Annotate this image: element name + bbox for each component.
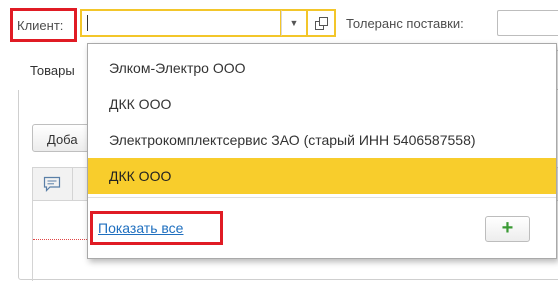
dropdown-divider [88, 197, 556, 198]
tolerance-label: Толеранс поставки: [346, 16, 464, 31]
client-dropdown-list: Элком-Электро ООО ДКК ООО Электрокомплек… [87, 43, 557, 259]
create-client-button[interactable]: + [485, 216, 530, 242]
text-cursor [87, 15, 88, 31]
tolerance-input[interactable] [497, 10, 558, 36]
tab-goods-label: Товары [30, 63, 75, 78]
tab-goods[interactable]: Товары [18, 50, 98, 90]
comment-icon [43, 176, 61, 192]
list-item[interactable]: Элком-Электро ООО [88, 50, 556, 86]
chevron-down-icon: ▼ [289, 18, 299, 28]
show-all-link[interactable]: Показать все [98, 220, 183, 236]
list-item[interactable]: ДКК ООО [88, 86, 556, 122]
client-label: Клиент: [17, 18, 64, 33]
client-open-button[interactable] [307, 10, 335, 36]
list-item-selected[interactable]: ДКК ООО [88, 158, 556, 194]
client-label-highlight: Клиент: [10, 8, 77, 42]
client-dropdown-button[interactable]: ▼ [281, 10, 307, 36]
list-item-label: Электрокомплектсервис ЗАО (старый ИНН 54… [109, 132, 476, 148]
add-row-button-label: Доба [47, 132, 78, 147]
list-item-label: Элком-Электро ООО [109, 60, 246, 76]
list-item[interactable]: Электрокомплектсервис ЗАО (старый ИНН 54… [88, 122, 556, 158]
open-in-window-icon [315, 17, 328, 30]
list-item-label: ДКК ООО [109, 96, 172, 112]
client-input[interactable] [81, 10, 281, 36]
list-item-label: ДКК ООО [109, 168, 172, 184]
table-header-separator [72, 167, 73, 201]
plus-icon: + [501, 217, 514, 239]
